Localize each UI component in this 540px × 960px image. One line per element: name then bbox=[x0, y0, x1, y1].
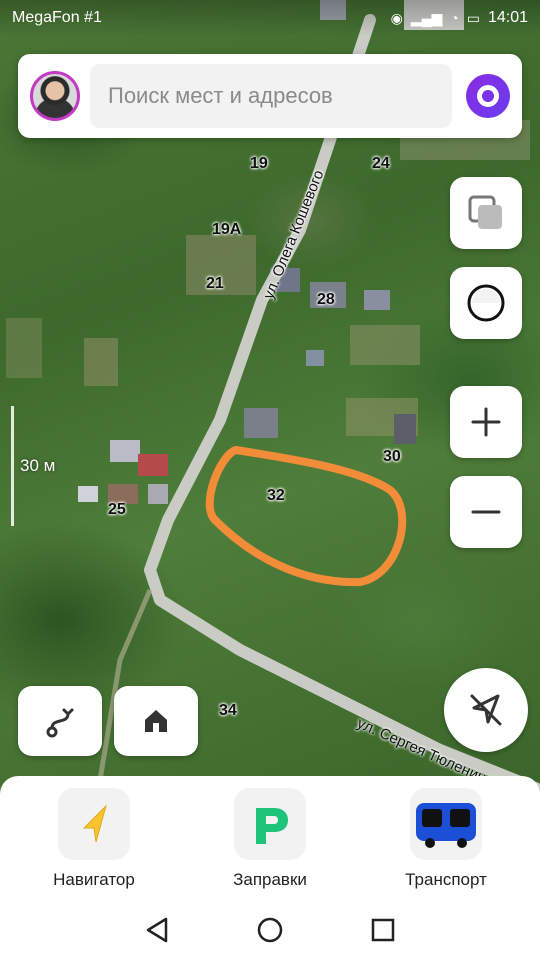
route-button[interactable] bbox=[18, 686, 102, 756]
shortcut-label: Транспорт bbox=[405, 870, 487, 889]
search-placeholder: Поиск мест и адресов bbox=[108, 83, 333, 108]
shortcut-fuel[interactable]: Заправки bbox=[195, 788, 345, 890]
location-off-icon bbox=[470, 694, 502, 726]
battery-icon: ▭ bbox=[466, 9, 480, 26]
back-icon[interactable] bbox=[142, 915, 172, 945]
navigator-icon bbox=[58, 788, 130, 860]
signal-icon: ▂▄▆ bbox=[410, 9, 443, 26]
shortcut-transport[interactable]: Транспорт bbox=[371, 788, 521, 890]
scale-bar bbox=[11, 406, 14, 526]
zoom-out-button[interactable] bbox=[450, 476, 522, 548]
house-number-label: 19 bbox=[250, 155, 268, 172]
avatar[interactable] bbox=[30, 71, 80, 121]
home-nav-icon[interactable] bbox=[255, 915, 285, 945]
my-location-button[interactable] bbox=[444, 668, 528, 752]
alice-icon bbox=[477, 85, 499, 107]
shortcut-label: Заправки bbox=[233, 870, 307, 889]
house-number-label: 28 bbox=[317, 291, 335, 308]
search-input[interactable]: Поиск мест и адресов bbox=[90, 64, 452, 128]
status-bar: MegaFon #1 ◉ ▂▄▆ ◔ ▭ 14:01 bbox=[0, 0, 540, 36]
aon-button[interactable] bbox=[450, 267, 522, 339]
house-number-label: 32 bbox=[267, 487, 285, 504]
bottom-sheet: Навигатор Заправки Транспорт bbox=[0, 776, 540, 960]
fuel-icon bbox=[234, 788, 306, 860]
eye-icon: ◉ bbox=[390, 9, 403, 26]
bus-icon bbox=[410, 788, 482, 860]
home-icon bbox=[145, 710, 167, 732]
search-card: Поиск мест и адресов bbox=[18, 54, 522, 138]
recents-icon[interactable] bbox=[368, 915, 398, 945]
route-icon bbox=[46, 708, 74, 738]
house-number-label: 34 bbox=[219, 702, 237, 719]
home-button[interactable] bbox=[114, 686, 198, 756]
wifi-icon: ◔ bbox=[450, 10, 459, 26]
system-nav-bar bbox=[0, 900, 540, 960]
house-number-label: 30 bbox=[383, 448, 401, 465]
alice-voice-button[interactable] bbox=[466, 74, 510, 118]
shortcut-label: Навигатор bbox=[53, 870, 135, 889]
layers-icon bbox=[468, 195, 502, 229]
scale-label: 30 м bbox=[20, 456, 56, 475]
zoom-in-button[interactable] bbox=[450, 386, 522, 458]
ring-icon bbox=[467, 284, 505, 322]
house-number-label: 19А bbox=[212, 221, 242, 238]
carrier-name: MegaFon #1 bbox=[12, 9, 102, 26]
shortcut-navigator[interactable]: Навигатор bbox=[19, 788, 169, 890]
house-number-label: 21 bbox=[206, 275, 224, 292]
layers-button[interactable] bbox=[450, 177, 522, 249]
house-number-label: 25 bbox=[108, 501, 126, 518]
plus-icon bbox=[471, 407, 501, 437]
clock: 14:01 bbox=[487, 9, 528, 26]
house-number-label: 24 bbox=[372, 155, 390, 172]
minus-icon bbox=[471, 510, 501, 514]
